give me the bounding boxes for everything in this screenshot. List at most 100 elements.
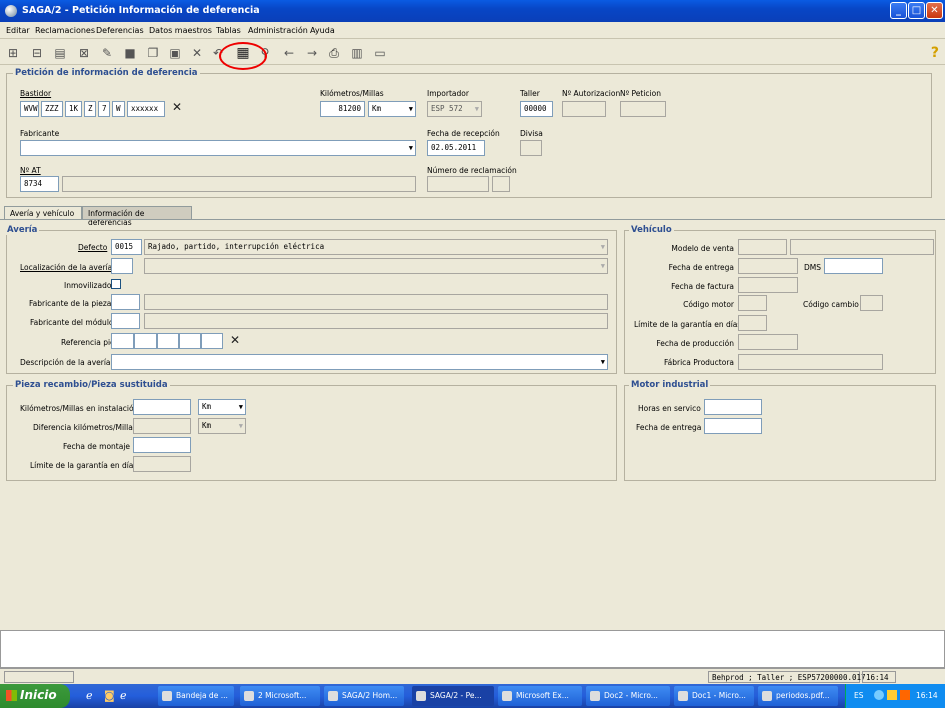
cancel-icon[interactable]: ✕: [190, 46, 204, 60]
ref-pieza-part-3[interactable]: [157, 333, 179, 349]
km-instalacion-unit-select[interactable]: Km ▼: [198, 399, 246, 415]
tray-network-icon[interactable]: [874, 690, 884, 700]
tree-icon[interactable]: ⊟: [30, 46, 44, 60]
taller-input[interactable]: 00000: [520, 101, 553, 117]
barcode-icon[interactable]: ▥: [350, 46, 364, 60]
ref-pieza-part-4[interactable]: [179, 333, 201, 349]
status-bar: Behprod ; Taller ; ESP57200000.017 16:14: [0, 668, 945, 684]
document-icon[interactable]: ▭: [373, 46, 387, 60]
diferencia-unit-select[interactable]: Km ▼: [198, 418, 246, 434]
bastidor-part-4[interactable]: Z: [84, 101, 96, 117]
delete-record-icon[interactable]: ⊠: [77, 46, 91, 60]
defecto-code-input[interactable]: 0015: [111, 239, 142, 255]
start-button[interactable]: Inicio: [0, 684, 70, 708]
print-icon[interactable]: ⎙: [327, 46, 341, 60]
descripcion-select[interactable]: ▼: [111, 354, 608, 370]
num-reclamacion-suffix[interactable]: [492, 176, 510, 192]
tab-averia-vehiculo[interactable]: Avería y vehículo: [4, 206, 82, 220]
bastidor-part-3[interactable]: 1K: [65, 101, 82, 117]
help-icon[interactable]: ?: [931, 45, 939, 61]
new-icon[interactable]: ⊞: [6, 46, 20, 60]
clear-ref-pieza-icon[interactable]: ✕: [230, 333, 240, 347]
copy-icon[interactable]: ❐: [146, 46, 160, 60]
importador-select[interactable]: ESP 572 ▼: [427, 101, 482, 117]
codigo-cambio-input: [860, 295, 883, 311]
fabricante-select[interactable]: ▼: [20, 140, 416, 156]
back-arrow-icon[interactable]: ←: [282, 46, 296, 60]
bastidor-part-6[interactable]: W: [112, 101, 125, 117]
fab-modulo-code-input[interactable]: [111, 313, 140, 329]
menu-datos-maestros[interactable]: Datos maestros: [149, 26, 212, 35]
task-periodos[interactable]: periodos.pdf...: [758, 686, 838, 706]
task-saga-pe[interactable]: SAGA/2 - Pe...: [412, 686, 494, 706]
fab-pieza-desc-input: [144, 294, 608, 310]
menu-administracion[interactable]: Administración: [248, 26, 308, 35]
quicklaunch-outlook-icon[interactable]: ◙: [104, 689, 115, 702]
save-icon[interactable]: ■: [123, 46, 137, 60]
start-label: Inicio: [20, 688, 57, 702]
tray-app-icon[interactable]: [900, 690, 910, 700]
menu-ayuda[interactable]: Ayuda: [310, 26, 335, 35]
menu-bar: Editar Reclamaciones Deferencias Datos m…: [0, 22, 945, 39]
peticion-input[interactable]: [620, 101, 666, 117]
horas-input[interactable]: [704, 399, 762, 415]
quicklaunch-ie2-icon[interactable]: ℯ: [120, 689, 127, 702]
minimize-button[interactable]: _: [890, 2, 907, 19]
tray-language[interactable]: ES: [854, 691, 864, 700]
divisa-input[interactable]: [520, 140, 542, 156]
fab-pieza-code-input[interactable]: [111, 294, 140, 310]
outlook-icon: [162, 691, 172, 701]
fab-modulo-label: Fabricante del módulo: [30, 318, 114, 327]
defecto-desc-select[interactable]: Rajado, partido, interrupción eléctrica ▼: [144, 239, 608, 255]
task-label: Bandeja de ...: [176, 691, 228, 700]
nat-input[interactable]: 8734: [20, 176, 59, 192]
bastidor-part-7[interactable]: xxxxxx: [127, 101, 165, 117]
chevron-down-icon: ▼: [408, 105, 413, 113]
dms-input[interactable]: [824, 258, 883, 274]
bastidor-part-2[interactable]: ZZZ: [41, 101, 63, 117]
km-input[interactable]: 81200: [320, 101, 365, 117]
menu-tablas[interactable]: Tablas: [216, 26, 241, 35]
task-excel[interactable]: Microsoft Ex...: [498, 686, 582, 706]
menu-editar[interactable]: Editar: [6, 26, 30, 35]
fecha-montaje-label: Fecha de montaje: [63, 442, 131, 451]
menu-deferencias[interactable]: Deferencias: [96, 26, 144, 35]
maximize-button[interactable]: □: [908, 2, 925, 19]
paste-icon[interactable]: ▣: [168, 46, 182, 60]
bastidor-part-1[interactable]: WVW: [20, 101, 39, 117]
diferencia-label: Diferencia kilómetros/Millas: [33, 423, 137, 432]
quicklaunch-ie-icon[interactable]: ℯ: [86, 689, 93, 702]
ref-pieza-part-2[interactable]: [134, 333, 157, 349]
edit-icon[interactable]: ▤: [53, 46, 67, 60]
autorizacion-input[interactable]: [562, 101, 606, 117]
clear-bastidor-icon[interactable]: ✕: [172, 100, 182, 114]
bastidor-part-5[interactable]: 7: [98, 101, 110, 117]
km-instalacion-input[interactable]: [133, 399, 191, 415]
fabrica-label: Fábrica Productora: [664, 358, 734, 367]
ref-pieza-part-5[interactable]: [201, 333, 223, 349]
inmovilizado-checkbox[interactable]: [111, 279, 121, 289]
fecha-recepcion-input[interactable]: 02.05.2011: [427, 140, 485, 156]
forward-arrow-icon[interactable]: →: [305, 46, 319, 60]
task-bandeja[interactable]: Bandeja de ...: [158, 686, 234, 706]
motor-fecha-entrega-input[interactable]: [704, 418, 762, 434]
task-microsoft[interactable]: 2 Microsoft...: [240, 686, 320, 706]
task-saga-home[interactable]: SAGA/2 Hom...: [324, 686, 404, 706]
tab-informacion-deferencias[interactable]: Información de deferencias: [82, 206, 192, 227]
close-button[interactable]: ✕: [926, 2, 943, 19]
localizacion-desc-select[interactable]: ▼: [144, 258, 608, 274]
fecha-montaje-input[interactable]: [133, 437, 191, 453]
localizacion-code-input[interactable]: [111, 258, 133, 274]
tray-mail-icon[interactable]: [887, 690, 897, 700]
inmovilizado-label: Inmovilizado: [64, 281, 112, 290]
menu-reclamaciones[interactable]: Reclamaciones: [35, 26, 95, 35]
km-label: Kilómetros/Millas: [320, 89, 384, 98]
tools-icon[interactable]: ✎: [100, 46, 114, 60]
fecha-entrega-label: Fecha de entrega: [668, 263, 734, 272]
ref-pieza-part-1[interactable]: [111, 333, 134, 349]
km-unit-select[interactable]: Km ▼: [368, 101, 416, 117]
pdf-icon: [762, 691, 772, 701]
task-doc1[interactable]: Doc1 - Micro...: [674, 686, 754, 706]
task-doc2[interactable]: Doc2 - Micro...: [586, 686, 670, 706]
num-reclamacion-input[interactable]: [427, 176, 489, 192]
